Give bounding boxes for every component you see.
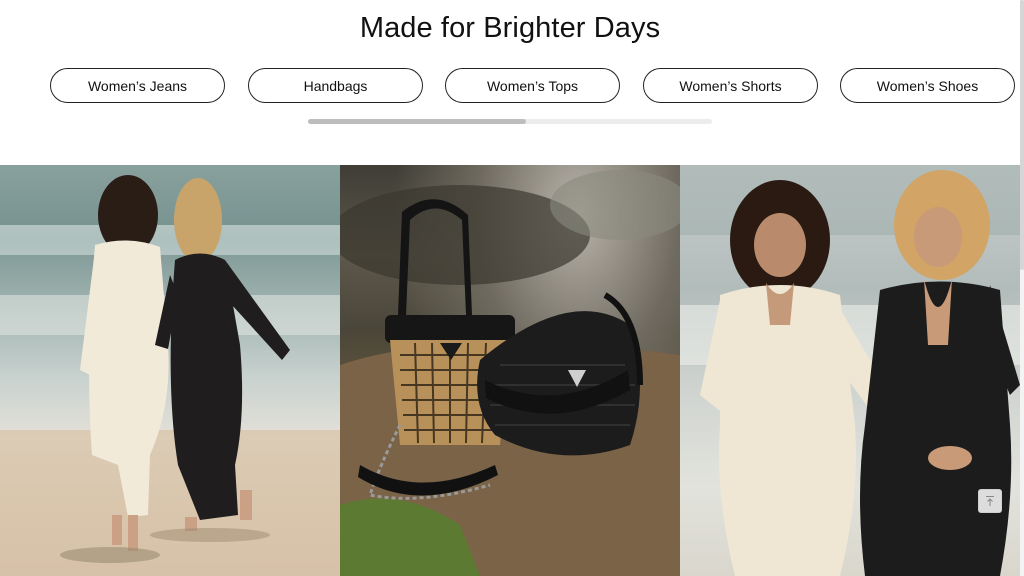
women-laughing-beach-photo[interactable]: [680, 165, 1020, 576]
back-to-top-button[interactable]: [978, 489, 1002, 513]
category-pill-womens-shoes[interactable]: Women’s Shoes: [840, 68, 1015, 103]
women-laughing-illustration: [680, 165, 1020, 576]
handbags-on-rock-photo[interactable]: [340, 165, 680, 576]
page-scroll-thumb[interactable]: [1020, 0, 1024, 270]
carousel-scroll-thumb[interactable]: [308, 119, 527, 124]
carousel-scrollbar[interactable]: [308, 119, 712, 124]
category-pill-womens-tops[interactable]: Women’s Tops: [445, 68, 620, 103]
category-pill-handbags[interactable]: Handbags: [248, 68, 423, 103]
handbags-illustration: [340, 170, 680, 576]
beach-back-view-illustration: [0, 165, 340, 576]
section-headline: Made for Brighter Days: [359, 12, 661, 44]
category-pill-womens-shorts[interactable]: Women’s Shorts: [643, 68, 818, 103]
photo-gallery: [0, 165, 1020, 576]
category-pill-womens-jeans[interactable]: Women’s Jeans: [50, 68, 225, 103]
beach-back-view-photo[interactable]: [0, 165, 340, 576]
page-scrollbar[interactable]: [1020, 0, 1024, 576]
category-pill-row: Women’s Jeans Handbags Women’s Tops Wome…: [50, 68, 1020, 104]
arrow-up-to-line-icon: [986, 496, 994, 506]
